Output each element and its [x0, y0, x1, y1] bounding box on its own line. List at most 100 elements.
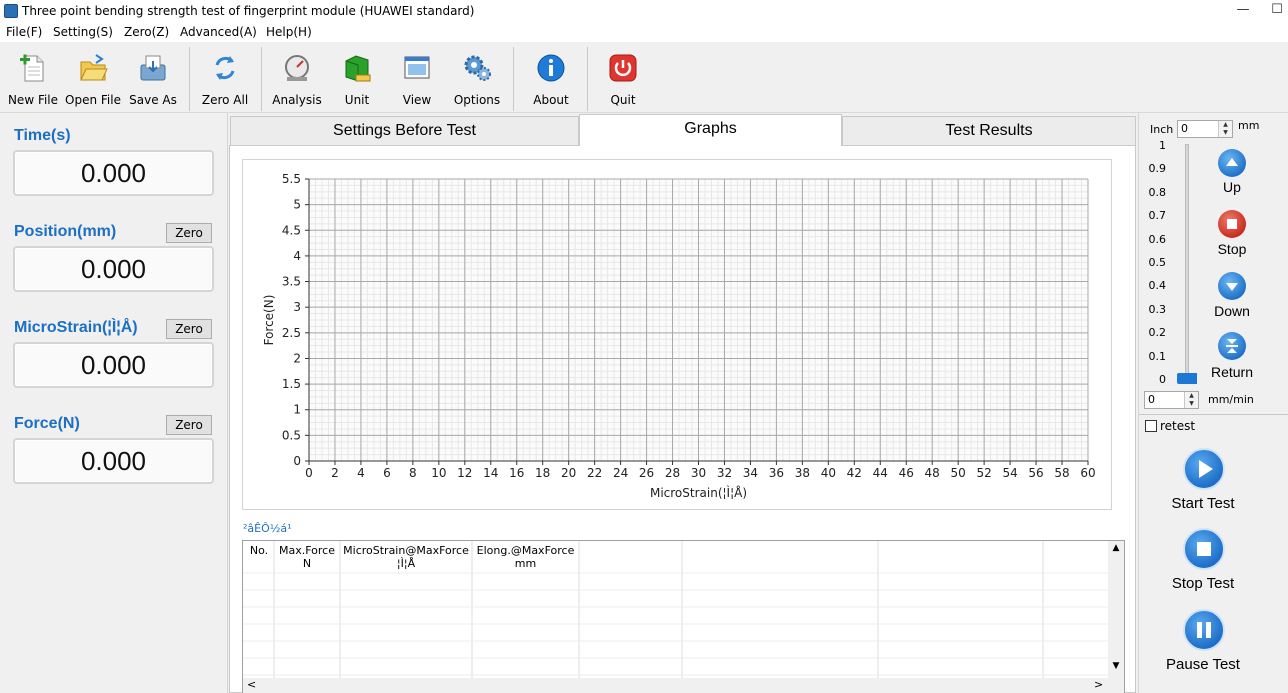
menu-help[interactable]: Help(H) [266, 25, 312, 39]
return-button[interactable] [1218, 332, 1246, 360]
scroll-up-arrow[interactable]: ▲ [1109, 543, 1123, 553]
x-tick-label: 2 [331, 466, 339, 480]
scale-tick-label: 0 [1159, 373, 1166, 386]
tab-graphs[interactable]: Graphs [579, 114, 842, 146]
column-header-no[interactable]: No. [245, 544, 273, 557]
column-header-text: MicroStrain@MaxForce [343, 544, 469, 557]
scale-tick-label: 0.7 [1148, 209, 1167, 222]
spin-arrows-icon[interactable]: ▲ ▼ [1184, 392, 1198, 408]
scroll-right-arrow[interactable]: > [1094, 678, 1103, 691]
x-tick-label: 0 [305, 466, 313, 480]
zero-force-button[interactable]: Zero [166, 415, 212, 435]
y-tick-label: 0.5 [282, 428, 301, 442]
unit-button[interactable]: Unit [328, 47, 386, 109]
refresh-icon [215, 56, 235, 80]
scroll-down-arrow[interactable]: ▼ [1109, 661, 1123, 671]
toolbar-separator [513, 47, 514, 111]
scroll-left-arrow[interactable]: < [247, 678, 256, 691]
x-tick-label: 56 [1028, 466, 1043, 480]
x-tick-label: 18 [535, 466, 550, 480]
stop-test-button[interactable] [1183, 528, 1225, 570]
pause-test-button[interactable] [1183, 609, 1225, 651]
down-button[interactable] [1218, 272, 1246, 300]
y-tick-label: 3.5 [282, 275, 301, 289]
results-table: No. Max.Force N MicroStrain@MaxForce ¦Ì¦… [242, 540, 1125, 693]
tab-test-results[interactable]: Test Results [842, 116, 1136, 145]
x-tick-label: 42 [847, 466, 862, 480]
toolbar-separator [261, 47, 262, 111]
x-tick-label: 34 [743, 466, 758, 480]
unit-label: Unit [344, 93, 370, 107]
down-arrow-icon [1226, 283, 1238, 291]
menu-setting[interactable]: Setting(S) [53, 25, 113, 39]
motion-control-panel: Inch 0 ▲ ▼ mm 1 0.9 0.8 0.7 0.6 0.5 0.4 0… [1138, 113, 1288, 693]
y-axis-label: Force(N) [262, 295, 276, 346]
save-as-button[interactable]: Save As [124, 47, 182, 109]
zero-all-button[interactable]: Zero All [196, 47, 254, 109]
zero-position-button[interactable]: Zero [166, 223, 212, 243]
x-tick-label: 14 [483, 466, 498, 480]
minimize-button[interactable]: — [1220, 0, 1266, 22]
up-button[interactable] [1218, 149, 1246, 177]
stop-jog-button[interactable] [1218, 210, 1246, 238]
start-test-button[interactable] [1183, 448, 1225, 490]
options-button[interactable]: Options [448, 47, 506, 109]
play-icon [1199, 460, 1213, 478]
y-tick-label: 5 [293, 198, 301, 212]
new-file-button[interactable]: New File [4, 47, 62, 109]
analysis-button[interactable]: Analysis [268, 47, 326, 109]
column-header-microstrain-at-max-force[interactable]: MicroStrain@MaxForce ¦Ì¦Å [341, 544, 471, 570]
x-tick-label: 38 [795, 466, 810, 480]
tab-settings-before-test[interactable]: Settings Before Test [230, 116, 579, 145]
spin-arrows-icon[interactable]: ▲ ▼ [1218, 121, 1232, 137]
start-test-label: Start Test [1171, 495, 1235, 512]
view-button[interactable]: View [388, 47, 446, 109]
position-label: Position(mm) [14, 223, 117, 240]
x-tick-label: 58 [1054, 466, 1069, 480]
pause-icon [1197, 622, 1211, 638]
analysis-label: Analysis [272, 93, 322, 107]
y-tick-label: 2 [293, 351, 301, 365]
speed-value: 0 [1148, 393, 1155, 406]
retest-checkbox[interactable] [1145, 420, 1157, 432]
zero-microstrain-button[interactable]: Zero [166, 319, 212, 339]
open-file-button[interactable]: Open File [64, 47, 122, 109]
menu-zero[interactable]: Zero(Z) [124, 25, 169, 39]
menu-file[interactable]: File(F) [6, 25, 42, 39]
return-icon [1226, 339, 1238, 353]
down-label: Down [1214, 303, 1250, 319]
x-tick-label: 32 [717, 466, 732, 480]
about-button[interactable]: About [521, 47, 581, 109]
divider [1139, 414, 1288, 415]
y-tick-label: 4 [293, 249, 301, 263]
pause-test-label: Pause Test [1166, 656, 1240, 673]
zero-all-label: Zero All [201, 93, 249, 107]
x-tick-label: 26 [639, 466, 654, 480]
info-icon [537, 54, 565, 82]
scale-tick-label: 1 [1159, 139, 1166, 152]
inch-label: Inch [1150, 123, 1174, 136]
y-tick-label: 1.5 [282, 377, 301, 391]
x-axis-label: MicroStrain(¦Ì¦Å) [650, 485, 747, 500]
quit-button[interactable]: Quit [594, 47, 652, 109]
toolbar: New File Open File Save As Zero All Anal… [0, 43, 1288, 113]
inch-spinbox[interactable]: 0 ▲ ▼ [1177, 120, 1233, 138]
speed-spinbox[interactable]: 0 ▲ ▼ [1144, 391, 1199, 409]
maximize-button[interactable]: ☐ [1266, 0, 1288, 22]
column-header-max-force[interactable]: Max.Force N [275, 544, 339, 570]
scale-tick-label: 0.1 [1148, 350, 1167, 363]
new-file-icon [20, 54, 44, 82]
column-header-elong-at-max-force[interactable]: Elong.@MaxForce mm [473, 544, 578, 570]
speed-slider-handle[interactable] [1177, 373, 1197, 384]
force-display: 0.000 [13, 438, 214, 484]
scale-tick-label: 0.9 [1148, 162, 1167, 175]
stop-jog-label: Stop [1217, 241, 1247, 257]
menu-bar: File(F) Setting(S) Zero(Z) Advanced(A) H… [0, 22, 1288, 42]
menu-advanced[interactable]: Advanced(A) [180, 25, 257, 39]
x-tick-label: 16 [509, 466, 524, 480]
speed-slider-track[interactable] [1185, 144, 1189, 382]
x-tick-label: 12 [457, 466, 472, 480]
gear-icon [464, 55, 491, 81]
x-tick-label: 20 [561, 466, 576, 480]
x-tick-label: 24 [613, 466, 628, 480]
